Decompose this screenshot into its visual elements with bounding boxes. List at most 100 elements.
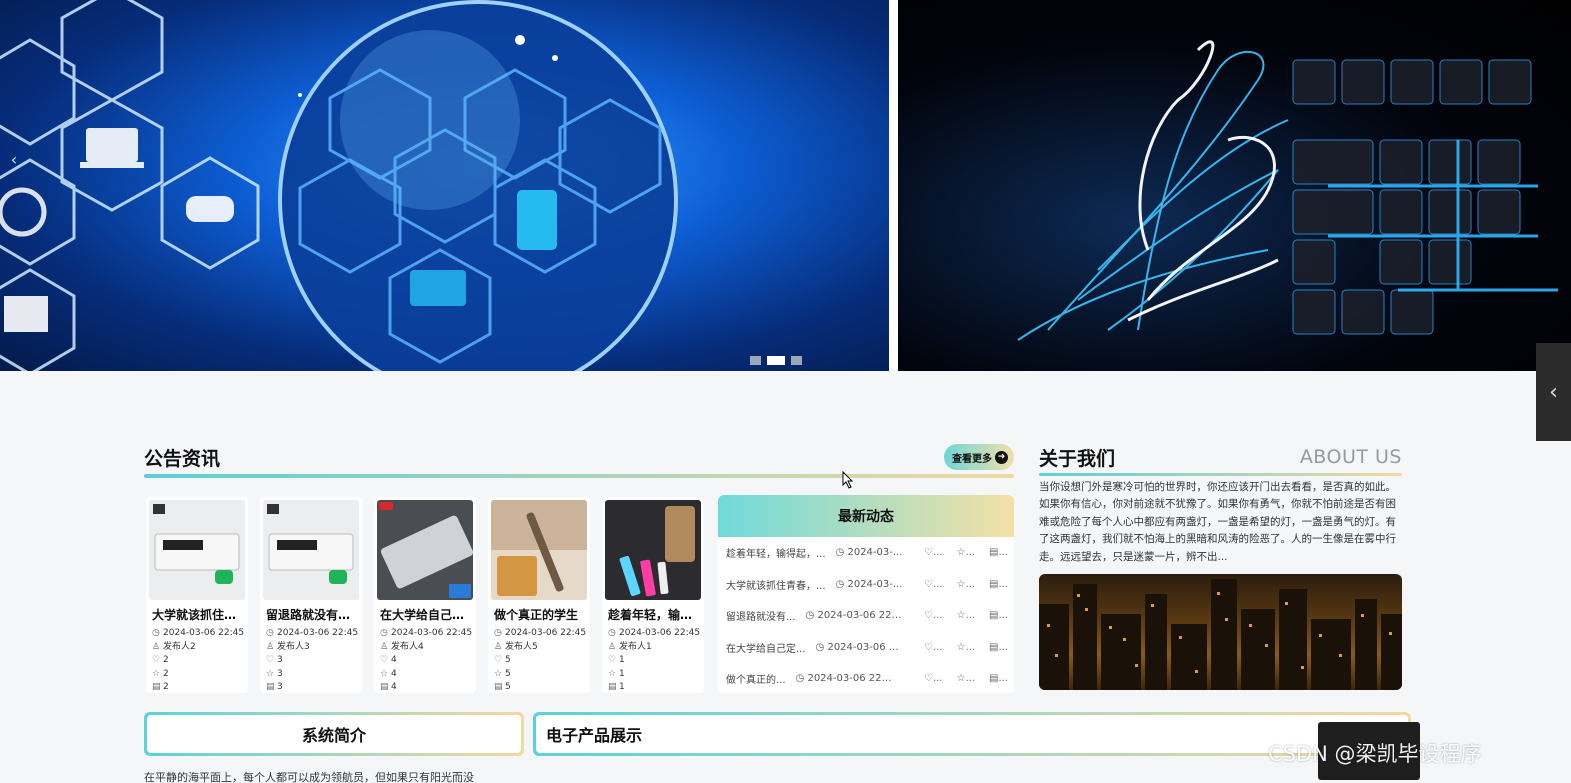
banner-dot-3[interactable]	[791, 356, 802, 365]
card-publisher: ♙ 发布人4	[377, 641, 473, 655]
news-item-date: ◷ 2024-03-...	[835, 547, 903, 559]
star-icon: ☆	[608, 668, 617, 679]
news-item-stats: ♡... ☆... ▤...	[924, 579, 1008, 590]
document-icon: ▤	[380, 682, 389, 692]
card-thumbnail	[377, 500, 473, 600]
clock-icon: ◷	[266, 628, 274, 638]
news-item[interactable]: 在大学给自己定... ◷ 2024-03-06 2... ♡... ☆... ▤..…	[718, 632, 1014, 664]
glowing-keyboard-illustration	[1017, 40, 1558, 341]
tech-hexagon-illustration	[0, 0, 678, 371]
view-more-label: 查看更多	[952, 453, 992, 465]
news-item-title: 大学就该抓住青春，...	[726, 580, 826, 592]
system-intro-text: 在平静的海平面上，每个人都可以成为领航员，但如果只有阳光而没	[144, 771, 474, 783]
card-favorites: ☆ 2	[149, 668, 245, 682]
clock-icon: ◷	[815, 641, 828, 653]
card-date: ◷ 2024-03-06 22:45	[491, 627, 587, 641]
mouse-cursor-icon	[842, 471, 854, 489]
star-icon: ☆...	[956, 673, 975, 685]
thumbs-up-icon: ♡...	[923, 673, 943, 685]
card-views: ▤ 2	[149, 681, 245, 695]
star-icon: ☆	[152, 668, 161, 679]
latest-news-panel: 最新动态 趁着年轻，输得起，... ◷ 2024-03-... ♡... ☆...…	[718, 495, 1014, 693]
view-more-button[interactable]: 查看更多 ➜	[944, 444, 1014, 470]
card-title: 留退路就没有退路	[266, 608, 358, 622]
notice-card[interactable]: 在大学给自己定个目标 ◷2024-03-06 22:45 ♙发布人4 ♡4 ☆4…	[374, 497, 476, 693]
card-title: 做个真正的学生	[494, 608, 579, 622]
latest-news-title: 最新动态	[718, 495, 1014, 537]
document-icon: ▤...	[989, 641, 1008, 653]
card-views: ▤ 1	[605, 681, 701, 695]
thumbs-up-icon: ♡	[608, 655, 617, 665]
system-intro-title: 系统简介	[147, 715, 521, 753]
card-date: ◷ 2024-03-06 22:45	[377, 627, 473, 641]
star-icon: ☆	[494, 668, 503, 679]
star-icon: ☆...	[956, 578, 975, 590]
card-views: ▤ 3	[263, 681, 359, 695]
thumbs-up-icon: ♡...	[923, 610, 943, 622]
side-panel-toggle[interactable]: ‹	[1536, 343, 1571, 441]
banner-slide-keyboard[interactable]	[898, 0, 1571, 371]
user-icon: ♙	[380, 641, 389, 652]
card-publisher: ♙ 发布人3	[263, 641, 359, 655]
card-date: ◷ 2024-03-06 22:45	[149, 627, 245, 641]
document-icon: ▤...	[989, 610, 1008, 622]
system-intro-header: 系统简介	[144, 712, 524, 756]
csdn-watermark: CSDN @梁凯毕设程序	[1268, 742, 1482, 766]
card-thumbnail	[605, 500, 701, 600]
card-date: ◷ 2024-03-06 22:45	[263, 627, 359, 641]
banner-slide-technology[interactable]: ‹	[0, 0, 889, 371]
card-likes: ♡ 3	[263, 654, 359, 668]
document-icon: ▤...	[989, 578, 1008, 590]
card-favorites: ☆ 4	[377, 668, 473, 682]
card-favorites: ☆ 5	[491, 668, 587, 682]
document-icon: ▤...	[989, 673, 1008, 685]
news-item-title: 在大学给自己定...	[726, 643, 806, 655]
user-icon: ♙	[266, 641, 275, 652]
clock-icon: ◷	[152, 628, 160, 638]
card-publisher: ♙ 发布人5	[491, 641, 587, 655]
news-item-date: ◷ 2024-03-06 2...	[815, 641, 902, 653]
card-date: ◷ 2024-03-06 22:45	[605, 627, 701, 641]
arrow-right-icon: ➜	[995, 450, 1008, 464]
card-favorites: ☆ 3	[263, 668, 359, 682]
news-item-stats: ♡... ☆... ▤...	[924, 547, 1008, 558]
clock-icon: ◷	[835, 578, 848, 590]
banner-pagination	[750, 356, 802, 365]
notice-section-title: 公告资讯	[144, 447, 221, 470]
news-item[interactable]: 做个真正的... ◷ 2024-03-06 22:... ♡... ☆... ▤..…	[718, 663, 1014, 695]
news-item-date: ◷ 2024-03-06 22:...	[805, 610, 902, 622]
about-title: 关于我们	[1039, 447, 1116, 470]
news-item[interactable]: 趁着年轻，输得起，... ◷ 2024-03-... ♡... ☆... ▤...	[718, 537, 1014, 569]
document-icon: ▤...	[989, 547, 1008, 559]
card-publisher: ♙ 发布人1	[605, 641, 701, 655]
user-icon: ♙	[608, 641, 617, 652]
star-icon: ☆...	[956, 641, 975, 653]
notice-card[interactable]: 趁着年轻，输得起 ◷ 2024-03-06 22:45 ♙ 发布人1 ♡ 1 ☆ 1 ▤…	[602, 497, 704, 693]
notice-card[interactable]: 留退路就没有退路 ◷ 2024-03-06 22:45 ♙ 发布人3 ♡ 3 ☆ 3 ▤…	[260, 497, 362, 693]
clock-icon: ◷	[805, 610, 818, 622]
document-icon: ▤	[266, 682, 275, 692]
card-likes: ♡ 1	[605, 654, 701, 668]
document-icon: ▤	[152, 682, 161, 692]
news-item[interactable]: 大学就该抓住青春，... ◷ 2024-03-... ♡... ☆... ▤...	[718, 569, 1014, 601]
clock-icon: ◷	[608, 628, 616, 638]
thumbs-up-icon: ♡	[494, 655, 503, 665]
notice-section-header: 公告资讯 查看更多 ➜	[144, 442, 1014, 472]
notice-card[interactable]: 做个真正的学生 ◷ 2024-03-06 22:45 ♙ 发布人5 ♡ 5 ☆ 5 ▤ 5	[488, 497, 590, 693]
banner-prev-arrow[interactable]: ‹	[6, 150, 22, 174]
news-item-stats: ♡... ☆... ▤...	[924, 673, 1008, 684]
about-divider	[1039, 473, 1402, 476]
card-favorites: ☆ 1	[605, 668, 701, 682]
about-section-header: 关于我们 ABOUT US	[1039, 442, 1402, 472]
card-thumbnail	[263, 500, 359, 600]
banner-dot-2[interactable]	[767, 356, 785, 365]
banner-dot-1[interactable]	[750, 356, 761, 365]
notice-card[interactable]: 大学就该抓住青春 ◷ 2024-03-06 22:45 ♙ 发布人2 ♡ 2 ☆ 2 ▤…	[146, 497, 248, 693]
document-icon: ▤	[494, 682, 503, 692]
banner-carousel[interactable]: ‹	[0, 0, 1571, 371]
news-item-title: 做个真正的...	[726, 675, 786, 687]
star-icon: ☆	[380, 668, 389, 679]
notice-divider	[144, 474, 1014, 478]
card-likes: ♡ 4	[377, 654, 473, 668]
news-item[interactable]: 留退路就没有... ◷ 2024-03-06 22:... ♡... ☆... ▤.…	[718, 600, 1014, 632]
